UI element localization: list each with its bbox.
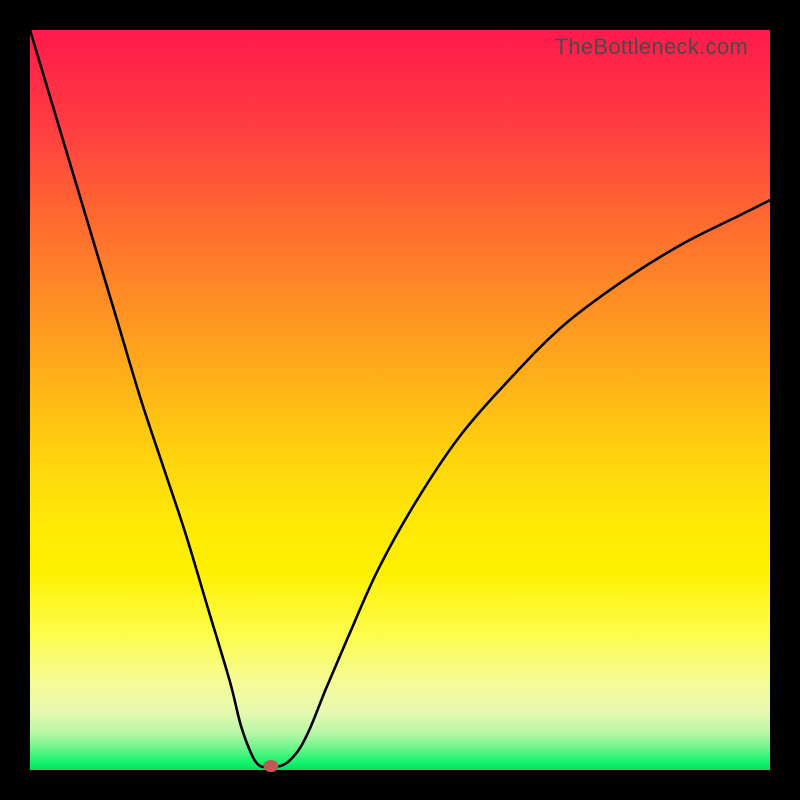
bottleneck-curve xyxy=(30,30,770,770)
minimum-marker xyxy=(263,760,278,772)
chart-frame: TheBottleneck.com xyxy=(0,0,800,800)
plot-area: TheBottleneck.com xyxy=(30,30,770,770)
